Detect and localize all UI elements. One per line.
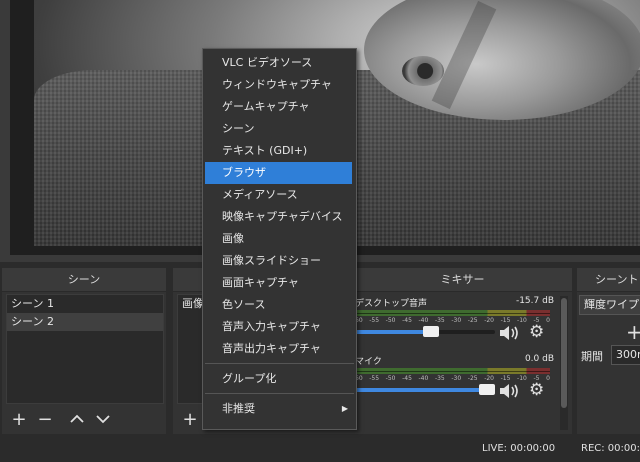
meter-ticks: 60 -55 -50 -45 -40 -35 -30 -25 -20 -15 -… — [355, 317, 550, 325]
menu-item-display-capture[interactable]: 画面キャプチャ — [203, 272, 356, 294]
gear-icon[interactable]: ⚙ — [529, 322, 549, 342]
meter-ticks: 60 -55 -50 -45 -40 -35 -30 -25 -20 -15 -… — [355, 375, 550, 383]
transitions-dock-title: シーントランジション — [577, 268, 640, 292]
channel-name: デスクトップ音声 — [355, 299, 428, 309]
tick-label: -20 — [484, 317, 495, 324]
menu-item-group[interactable]: グループ化 — [203, 368, 356, 390]
add-source-context-menu: VLC ビデオソース ウィンドウキャプチャ ゲームキャプチャ シーン テキスト … — [202, 48, 357, 430]
tick-label: -20 — [484, 375, 495, 382]
menu-item-color-source[interactable]: 色ソース — [203, 294, 356, 316]
rec-timer: REC: 00:00:00 — [581, 443, 640, 454]
menu-item-image[interactable]: 画像 — [203, 228, 356, 250]
tick-label: -45 — [402, 375, 412, 382]
menu-item-media-source[interactable]: メディアソース — [203, 184, 356, 206]
mixer-channel-mic: マイク 0.0 dB 60 -55 -50 -45 -40 -35 -30 -2… — [353, 354, 568, 412]
remove-scene-icon[interactable]: − — [36, 411, 54, 429]
channel-db: -15.7 dB — [515, 296, 554, 306]
menu-item-deprecated-label: 非推奨 — [222, 402, 255, 415]
menu-item-image-slideshow[interactable]: 画像スライドショー — [203, 250, 356, 272]
menu-separator — [205, 393, 354, 394]
tick-label: -40 — [418, 317, 429, 324]
scene-item-1[interactable]: シーン 1 — [7, 295, 163, 313]
volume-meter — [355, 368, 550, 374]
transition-select[interactable]: 輝度ワイプ — [579, 295, 640, 315]
volume-meter — [355, 310, 550, 316]
scenes-dock: シーン シーン 1 シーン 2 + − — [2, 268, 166, 434]
mixer-scrollbar[interactable] — [560, 296, 568, 430]
add-source-icon[interactable]: + — [181, 411, 199, 429]
add-scene-icon[interactable]: + — [10, 411, 28, 429]
tick-label: -55 — [369, 317, 380, 324]
tick-label: -25 — [467, 317, 478, 324]
menu-item-text-gdi[interactable]: テキスト (GDI+) — [203, 140, 356, 162]
scene-item-2[interactable]: シーン 2 — [7, 313, 163, 331]
menu-item-deprecated[interactable]: 非推奨 ▶ — [203, 398, 356, 420]
menu-item-game-capture[interactable]: ゲームキャプチャ — [203, 96, 356, 118]
menu-separator — [205, 363, 354, 364]
tick-label: -30 — [451, 375, 462, 382]
scenes-dock-title: シーン — [2, 268, 166, 292]
volume-slider[interactable] — [355, 384, 495, 395]
transitions-dock: シーントランジション 輝度ワイプ + 期間 300ms — [577, 268, 640, 434]
menu-item-audio-input-capture[interactable]: 音声入力キャプチャ — [203, 316, 356, 338]
duration-input[interactable]: 300ms — [611, 345, 640, 365]
menu-item-video-capture-device[interactable]: 映像キャプチャデバイス — [203, 206, 356, 228]
menu-item-window-capture[interactable]: ウィンドウキャプチャ — [203, 74, 356, 96]
add-transition-icon[interactable]: + — [626, 320, 640, 344]
cat-eye — [402, 56, 444, 86]
scenes-toolbar: + − — [2, 406, 166, 434]
volume-slider-fill — [355, 388, 495, 392]
move-down-icon[interactable] — [94, 411, 112, 429]
channel-name: マイク — [355, 357, 382, 367]
status-bar: LIVE: 00:00:00 REC: 00:00:00 — [0, 436, 640, 462]
volume-slider-handle[interactable] — [423, 326, 439, 337]
tick-label: -40 — [418, 375, 429, 382]
menu-item-browser[interactable]: ブラウザ — [205, 162, 352, 184]
volume-slider-handle[interactable] — [479, 384, 495, 395]
tick-label: -35 — [434, 375, 445, 382]
speaker-icon[interactable] — [498, 382, 520, 400]
scrollbar-thumb[interactable] — [561, 298, 567, 408]
menu-item-audio-output-capture[interactable]: 音声出力キャプチャ — [203, 338, 356, 360]
menu-item-vlc-video-source[interactable]: VLC ビデオソース — [203, 52, 356, 74]
gear-icon[interactable]: ⚙ — [529, 380, 549, 400]
obs-window: シーン シーン 1 シーン 2 + − ソース 画像 + ミキサー デスクト — [0, 0, 640, 462]
tick-label: -35 — [434, 317, 445, 324]
submenu-arrow-icon: ▶ — [341, 404, 348, 413]
duration-label: 期間 — [581, 350, 603, 363]
mixer-dock: ミキサー デスクトップ音声 -15.7 dB 60 -55 -50 -45 -4… — [353, 268, 572, 434]
volume-slider[interactable] — [355, 326, 495, 337]
menu-item-scene[interactable]: シーン — [203, 118, 356, 140]
mixer-channel-desktop: デスクトップ音声 -15.7 dB 60 -55 -50 -45 -40 -35… — [353, 296, 568, 354]
channel-db: 0.0 dB — [524, 354, 554, 364]
live-timer: LIVE: 00:00:00 — [482, 443, 556, 454]
tick-label: -50 — [385, 317, 396, 324]
tick-label: -25 — [467, 375, 478, 382]
speaker-icon[interactable] — [498, 324, 520, 342]
tick-label: -45 — [402, 317, 412, 324]
tick-label: -55 — [369, 375, 380, 382]
tick-label: -50 — [385, 375, 396, 382]
mixer-dock-title: ミキサー — [353, 268, 572, 292]
tick-label: -30 — [451, 317, 462, 324]
scene-list[interactable]: シーン 1 シーン 2 — [6, 294, 164, 404]
move-up-icon[interactable] — [68, 411, 86, 429]
